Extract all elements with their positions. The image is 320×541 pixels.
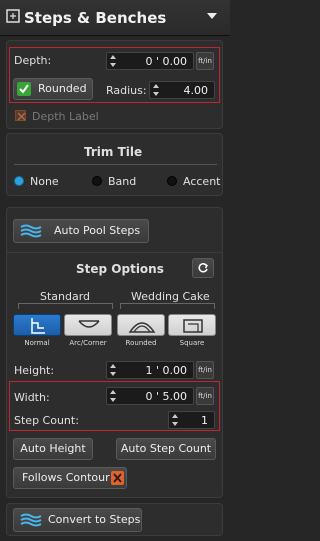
panel-header: Steps & Benches xyxy=(0,0,230,36)
step-type-square-caption: Square xyxy=(179,339,205,347)
width-value: 0 ' 5.00 xyxy=(145,390,187,403)
close-icon xyxy=(17,112,26,121)
pool-steps-icon xyxy=(20,513,42,527)
depth-field[interactable]: 0 ' 0.00 xyxy=(106,52,194,70)
square-step-icon xyxy=(183,319,203,333)
height-field[interactable]: 1 ' 0.00 xyxy=(106,361,194,379)
step-type-normal-button[interactable] xyxy=(13,314,61,336)
step-type-arc-caption: Arc/Corner xyxy=(69,339,107,347)
radius-label: Radius: xyxy=(106,84,147,97)
auto-height-button[interactable]: Auto Height xyxy=(13,438,93,460)
width-unit-toggle[interactable]: ft/in xyxy=(196,387,214,405)
step-count-value: 1 xyxy=(201,414,208,427)
wedding-bracket xyxy=(120,303,215,309)
depth-unit-toggle[interactable]: ft/in xyxy=(196,52,214,70)
convert-to-steps-label: Convert to Steps xyxy=(48,513,141,526)
step-type-rounded-caption: Rounded xyxy=(125,339,157,347)
auto-pool-steps-button[interactable]: Auto Pool Steps xyxy=(13,219,149,243)
rounded-toggle[interactable]: Rounded xyxy=(13,78,93,100)
spinner-icon[interactable] xyxy=(171,413,179,427)
radio-band-label: Band xyxy=(108,175,137,188)
width-label: Width: xyxy=(14,391,50,404)
step-options-divider-top xyxy=(6,252,223,253)
step-count-field[interactable]: 1 xyxy=(168,411,215,429)
depth-label-text: Depth Label xyxy=(32,110,99,123)
convert-to-steps-button[interactable]: Convert to Steps xyxy=(13,508,142,532)
auto-pool-steps-label: Auto Pool Steps xyxy=(54,224,141,237)
height-value: 1 ' 0.00 xyxy=(145,364,187,377)
step-type-rounded-button[interactable] xyxy=(117,314,165,336)
wedding-cake-group-label: Wedding Cake xyxy=(131,290,210,303)
trim-divider xyxy=(14,164,217,165)
rounded-step-icon xyxy=(128,322,156,333)
standard-group-label: Standard xyxy=(40,290,91,303)
radio-none[interactable] xyxy=(14,176,24,186)
trim-tile-title: Trim Tile xyxy=(84,145,143,159)
reset-button[interactable] xyxy=(192,258,214,278)
gear-icon[interactable] xyxy=(6,9,20,23)
reset-icon xyxy=(198,263,209,273)
pool-steps-icon xyxy=(20,224,42,238)
chevron-down-icon[interactable] xyxy=(206,11,218,21)
follows-contour-toggle[interactable]: Follows Contour xyxy=(13,467,127,489)
spinner-icon[interactable] xyxy=(109,389,117,403)
depth-value: 0 ' 0.00 xyxy=(145,55,187,68)
step-type-square-button[interactable] xyxy=(168,314,216,336)
normal-step-icon xyxy=(31,318,45,334)
rounded-label: Rounded xyxy=(38,82,87,95)
panel-title: Steps & Benches xyxy=(24,9,167,27)
arc-corner-step-icon xyxy=(78,320,100,328)
standard-bracket xyxy=(18,303,113,309)
width-field[interactable]: 0 ' 5.00 xyxy=(106,387,194,405)
follows-contour-off xyxy=(111,471,124,485)
auto-step-count-button[interactable]: Auto Step Count xyxy=(116,438,216,460)
radio-band[interactable] xyxy=(92,176,102,186)
spinner-icon[interactable] xyxy=(109,54,117,68)
step-options-title: Step Options xyxy=(76,262,164,276)
radio-accent[interactable] xyxy=(167,176,177,186)
step-type-arc-button[interactable] xyxy=(64,314,112,336)
spinner-icon[interactable] xyxy=(152,83,160,97)
radio-none-label: None xyxy=(30,175,59,188)
radio-accent-label: Accent xyxy=(183,175,221,188)
height-label: Height: xyxy=(14,364,55,377)
close-icon xyxy=(113,473,122,483)
radius-value: 4.00 xyxy=(183,84,209,97)
check-icon xyxy=(17,82,31,96)
step-type-normal-caption: Normal xyxy=(24,339,50,347)
height-unit-toggle[interactable]: ft/in xyxy=(196,361,214,379)
radius-field[interactable]: 4.00 xyxy=(149,81,215,99)
depth-label: Depth: xyxy=(14,54,52,67)
depth-label-checkbox[interactable] xyxy=(15,110,26,121)
spinner-icon[interactable] xyxy=(109,363,117,377)
follows-contour-label: Follows Contour xyxy=(22,471,110,484)
step-count-label: Step Count: xyxy=(14,414,79,427)
